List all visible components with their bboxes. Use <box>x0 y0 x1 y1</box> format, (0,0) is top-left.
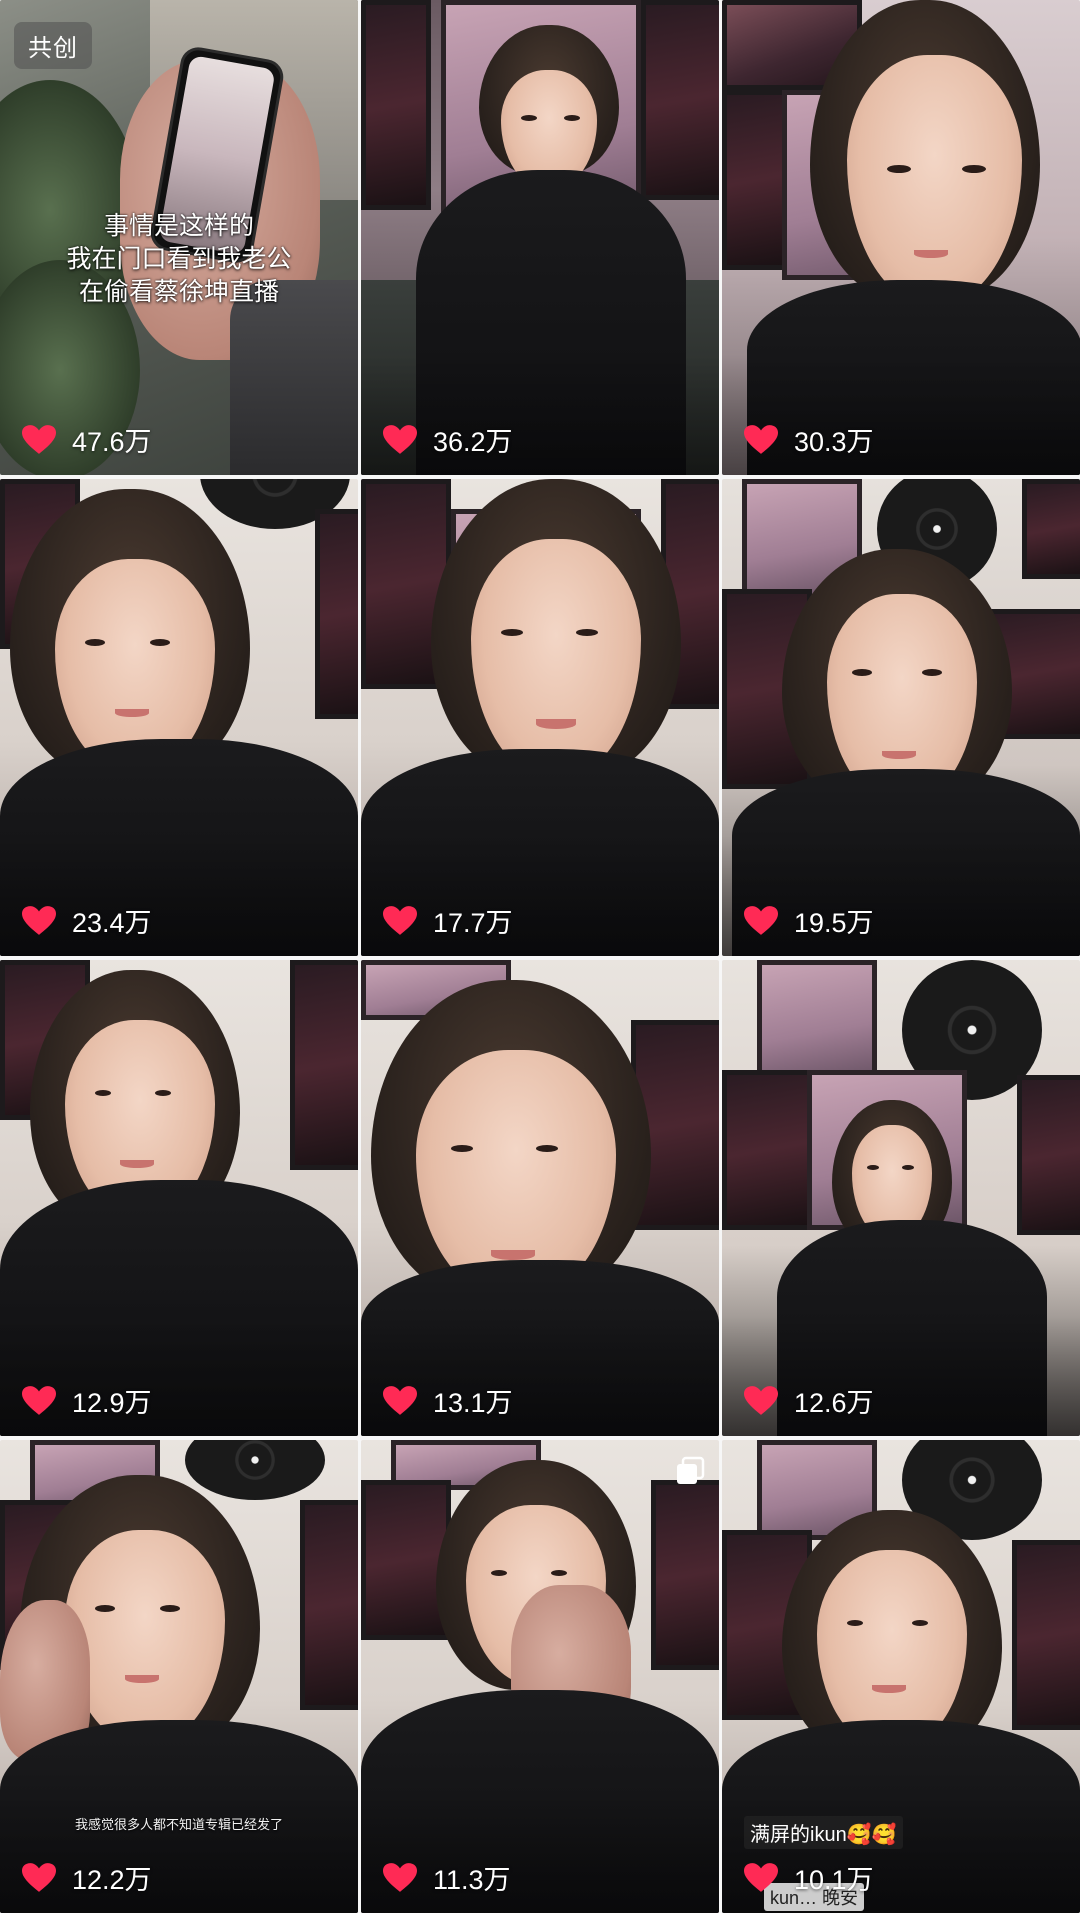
like-count: 30.3万 <box>744 420 874 459</box>
video-card[interactable]: 12.6万 <box>722 960 1080 1436</box>
video-card[interactable]: 满屏的ikun🥰🥰 kun… 晚安 10.1万 <box>722 1440 1080 1913</box>
heart-icon <box>744 1385 778 1415</box>
like-count: 17.7万 <box>383 901 513 940</box>
heart-icon <box>22 1862 56 1892</box>
heart-icon <box>744 424 778 454</box>
heart-icon <box>383 1385 417 1415</box>
multi-image-icon <box>677 1456 705 1484</box>
like-count: 23.4万 <box>22 901 152 940</box>
like-count: 12.2万 <box>22 1858 152 1897</box>
video-card[interactable]: 共创 事情是这样的 我在门口看到我老公 在偷看蔡徐坤直播 47.6万 <box>0 0 358 475</box>
like-count: 47.6万 <box>22 420 152 459</box>
video-card[interactable]: 我感觉很多人都不知道专辑已经发了 12.2万 <box>0 1440 358 1913</box>
video-card[interactable]: 30.3万 <box>722 0 1080 475</box>
like-count: 19.5万 <box>744 901 874 940</box>
video-card[interactable]: 23.4万 <box>0 479 358 956</box>
like-count: 12.9万 <box>22 1381 152 1420</box>
heart-icon <box>22 905 56 935</box>
heart-icon <box>383 424 417 454</box>
heart-icon <box>744 905 778 935</box>
like-count: 36.2万 <box>383 420 513 459</box>
heart-icon <box>22 1385 56 1415</box>
video-card[interactable]: 19.5万 <box>722 479 1080 956</box>
like-count: 13.1万 <box>383 1381 513 1420</box>
like-count: 10.1万 <box>744 1858 874 1897</box>
like-count: 12.6万 <box>744 1381 874 1420</box>
live-chat-message: 满屏的ikun🥰🥰 <box>744 1816 903 1849</box>
video-caption: 事情是这样的 我在门口看到我老公 在偷看蔡徐坤直播 <box>66 212 292 306</box>
heart-icon <box>383 905 417 935</box>
heart-icon <box>22 424 56 454</box>
heart-icon <box>744 1862 778 1892</box>
heart-icon <box>383 1862 417 1892</box>
like-count: 11.3万 <box>383 1858 511 1897</box>
video-card[interactable]: 17.7万 <box>361 479 719 956</box>
co-creation-badge: 共创 <box>14 22 92 69</box>
video-grid: 共创 事情是这样的 我在门口看到我老公 在偷看蔡徐坤直播 47.6万 36.2万… <box>0 0 1080 1913</box>
video-card[interactable]: 13.1万 <box>361 960 719 1436</box>
video-subtitle: 我感觉很多人都不知道专辑已经发了 <box>74 1817 283 1832</box>
video-card[interactable]: 11.3万 <box>361 1440 719 1913</box>
video-card[interactable]: 36.2万 <box>361 0 719 475</box>
video-card[interactable]: 12.9万 <box>0 960 358 1436</box>
